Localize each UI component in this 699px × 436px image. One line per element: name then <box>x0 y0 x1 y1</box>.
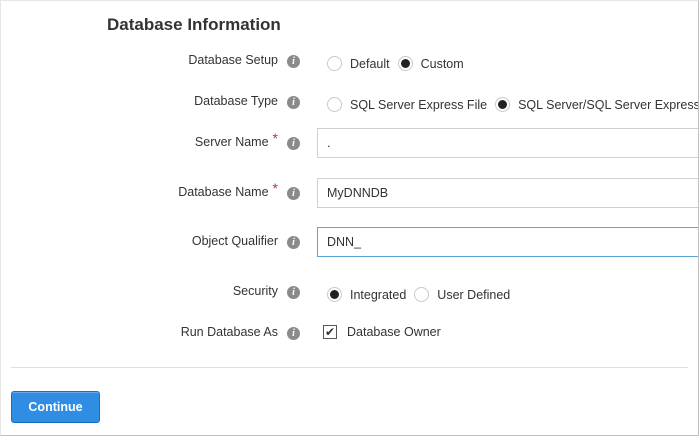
database-owner-checkbox[interactable]: ✔ <box>323 325 337 339</box>
info-icon[interactable]: i <box>287 236 300 249</box>
divider <box>11 367 688 368</box>
radio-integrated[interactable] <box>327 287 342 302</box>
section-title: Database Information <box>107 15 281 34</box>
object-qualifier-label: Object Qualifier <box>191 234 278 248</box>
info-icon[interactable]: i <box>287 187 300 200</box>
radio-custom[interactable] <box>397 56 413 71</box>
info-icon[interactable]: i <box>287 137 300 150</box>
run-database-as-label: Run Database As <box>180 325 278 339</box>
database-type-label: Database Type <box>194 94 278 108</box>
server-name-input[interactable]: . <box>317 128 698 158</box>
database-setup-custom-option[interactable]: Custom <box>397 56 464 71</box>
server-name-label: Server Name * <box>194 130 278 149</box>
run-database-as-group: ✔ Database Owner <box>323 325 449 339</box>
check-icon: ✔ <box>324 325 336 339</box>
object-qualifier-input[interactable]: DNN_ <box>317 227 698 257</box>
database-setup-radio-group: Default Custom <box>327 56 472 71</box>
security-user-defined-option[interactable]: User Defined <box>414 287 510 302</box>
database-information-panel: Database Information Database Setup i De… <box>0 0 699 436</box>
database-type-radio-group: SQL Server Express File SQL Server/SQL S… <box>327 97 698 112</box>
info-icon[interactable]: i <box>287 96 300 109</box>
security-integrated-option[interactable]: Integrated <box>327 287 406 302</box>
info-icon[interactable]: i <box>287 327 300 340</box>
required-asterisk: * <box>272 130 278 146</box>
database-setup-default-option[interactable]: Default <box>327 56 390 71</box>
security-radio-group: Integrated User Defined <box>327 287 518 302</box>
info-icon[interactable]: i <box>287 55 300 68</box>
database-type-express-file-option[interactable]: SQL Server Express File <box>327 97 487 112</box>
continue-button[interactable]: Continue <box>11 391 100 423</box>
radio-sql-express-file[interactable] <box>327 97 342 112</box>
radio-user-defined[interactable] <box>414 287 430 302</box>
database-setup-label: Database Setup <box>188 53 278 67</box>
database-owner-option[interactable]: ✔ Database Owner <box>323 325 441 339</box>
info-icon[interactable]: i <box>287 286 300 299</box>
database-type-sql-server-option[interactable]: SQL Server/SQL Server Express <box>495 97 698 112</box>
security-label: Security <box>232 284 278 298</box>
database-name-input[interactable]: MyDNNDB <box>317 178 698 208</box>
database-name-label: Database Name * <box>178 180 278 199</box>
radio-default[interactable] <box>327 56 342 71</box>
radio-sql-server[interactable] <box>495 97 511 112</box>
required-asterisk: * <box>272 180 278 196</box>
